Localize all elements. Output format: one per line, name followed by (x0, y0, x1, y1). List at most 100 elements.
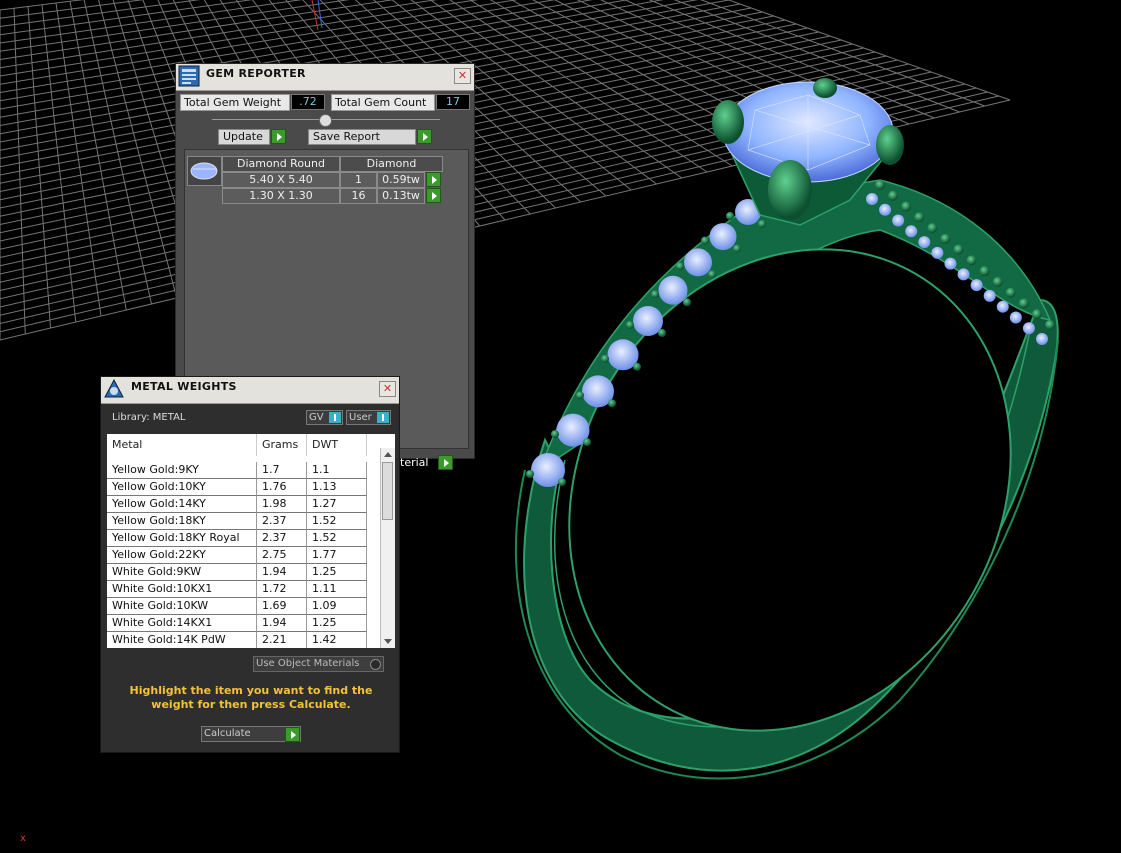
metal-weights-titlebar[interactable]: METAL WEIGHTS ✕ (101, 377, 399, 404)
total-gem-count-label: Total Gem Count (331, 94, 435, 111)
scroll-down-icon[interactable] (384, 639, 392, 644)
metal-row[interactable]: Yellow Gold:9KY 1.7 1.1 (107, 462, 379, 479)
gem-size: 5.40 X 5.40 (222, 172, 340, 188)
metal-row[interactable]: White Gold:14K PdW 2.21 1.42 (107, 632, 379, 648)
total-gem-count-value: 17 (436, 94, 470, 110)
column-header-metal[interactable]: Metal (107, 434, 257, 456)
calculate-go-icon[interactable] (285, 727, 300, 742)
metal-cell-metal: White Gold:10KW (107, 598, 257, 615)
channel-diamond (957, 268, 970, 281)
bead (651, 290, 659, 299)
instruction-text: Highlight the item you want to find the … (129, 684, 373, 711)
metal-row[interactable]: Yellow Gold:18KY Royal 2.37 1.52 (107, 530, 379, 547)
channel-diamond (866, 193, 878, 205)
metal-cell-dwt: 1.77 (307, 547, 367, 564)
channel-diamond (684, 248, 712, 277)
bead (992, 276, 1003, 287)
bead (927, 223, 938, 234)
metal-row[interactable]: Yellow Gold:10KY 1.76 1.13 (107, 479, 379, 496)
column-header-dwt[interactable]: DWT (307, 434, 367, 456)
bead (1005, 287, 1016, 298)
diamond-shape-thumbnail[interactable] (187, 156, 222, 186)
metal-cell-grams: 1.7 (257, 462, 307, 479)
bead (953, 244, 964, 255)
gem-reporter-titlebar[interactable]: GEM REPORTER ✕ (176, 64, 474, 91)
gem-qty: 16 (340, 188, 377, 204)
metal-cell-grams: 1.94 (257, 615, 307, 632)
update-button[interactable]: Update (218, 129, 270, 145)
bead (583, 438, 591, 447)
metal-cell-grams: 1.72 (257, 581, 307, 598)
metal-row[interactable]: Yellow Gold:22KY 2.75 1.77 (107, 547, 379, 564)
bead (626, 321, 634, 329)
metal-cell-dwt: 1.27 (307, 496, 367, 513)
metal-cell-grams: 2.37 (257, 513, 307, 530)
metal-cell-dwt: 1.52 (307, 513, 367, 530)
save-report-go-icon[interactable] (417, 129, 432, 144)
metal-cell-grams: 2.21 (257, 632, 307, 648)
user-toggle[interactable]: User (346, 410, 391, 425)
metal-cell-dwt: 1.13 (307, 479, 367, 496)
metal-cell-dwt: 1.25 (307, 564, 367, 581)
bead (658, 329, 666, 337)
bead (1045, 320, 1055, 330)
update-go-icon[interactable] (271, 129, 286, 144)
bead (633, 362, 641, 371)
prong (876, 125, 904, 165)
metal-cell-grams: 1.76 (257, 479, 307, 496)
use-object-materials-label: Use Object Materials (256, 658, 360, 669)
ring-model[interactable] (483, 78, 1097, 812)
metal-cell-metal: White Gold:14K PdW (107, 632, 257, 648)
metal-row[interactable]: White Gold:10KW 1.69 1.09 (107, 598, 379, 615)
metal-row[interactable]: White Gold:14KX1 1.94 1.25 (107, 615, 379, 632)
gem-weight: 0.13tw (377, 188, 425, 204)
grid-line (98, 0, 178, 299)
bead (558, 478, 566, 486)
close-icon[interactable]: ✕ (379, 381, 396, 397)
close-icon[interactable]: ✕ (454, 68, 471, 84)
bead (733, 244, 741, 253)
metal-row[interactable]: White Gold:10KX1 1.72 1.11 (107, 581, 379, 598)
channel-diamond (879, 203, 892, 216)
metal-cell-dwt: 1.52 (307, 530, 367, 547)
prong (768, 160, 812, 220)
metal-cell-dwt: 1.25 (307, 615, 367, 632)
save-report-button[interactable]: Save Report (308, 129, 416, 145)
radio-icon[interactable] (370, 659, 381, 670)
metal-cell-metal: Yellow Gold:18KY Royal (107, 530, 257, 547)
channel-diamond (918, 236, 931, 249)
channel-diamond (1036, 333, 1048, 345)
bead (914, 212, 925, 223)
metal-row[interactable]: Yellow Gold:14KY 1.98 1.27 (107, 496, 379, 513)
channel-diamond (1009, 311, 1022, 324)
metal-row[interactable]: Yellow Gold:18KY 2.37 1.52 (107, 513, 379, 530)
gem-reporter-title: GEM REPORTER (206, 67, 306, 80)
gv-toggle[interactable]: GV (306, 410, 343, 425)
metal-row[interactable]: White Gold:9KW 1.94 1.25 (107, 564, 379, 581)
channel-diamond (944, 257, 957, 270)
prong (813, 78, 837, 98)
gem-row-go-icon[interactable] (426, 172, 441, 187)
bead (979, 266, 990, 277)
channel-diamond (892, 214, 905, 227)
bead (940, 233, 951, 244)
bead (1018, 298, 1029, 309)
column-header-grams[interactable]: Grams (257, 434, 307, 456)
channel-diamond (996, 300, 1009, 313)
scrollbar-thumb[interactable] (382, 462, 393, 520)
metal-cell-grams: 2.75 (257, 547, 307, 564)
total-gem-weight-label: Total Gem Weight (180, 94, 290, 111)
use-object-materials-option[interactable]: Use Object Materials (253, 656, 384, 672)
metal-cell-dwt: 1.42 (307, 632, 367, 648)
user-toggle-label: User (349, 412, 372, 423)
material-button-label: terial (400, 456, 429, 469)
vertical-scrollbar[interactable] (380, 448, 395, 648)
gem-row-go-icon[interactable] (426, 188, 441, 203)
metal-cell-metal: Yellow Gold:14KY (107, 496, 257, 513)
material-go-icon[interactable] (438, 455, 453, 470)
bead (601, 354, 609, 363)
diamond-icon (190, 162, 218, 180)
scroll-up-icon[interactable] (384, 452, 392, 457)
metal-cell-dwt: 1.11 (307, 581, 367, 598)
splitter-handle[interactable] (319, 114, 332, 127)
